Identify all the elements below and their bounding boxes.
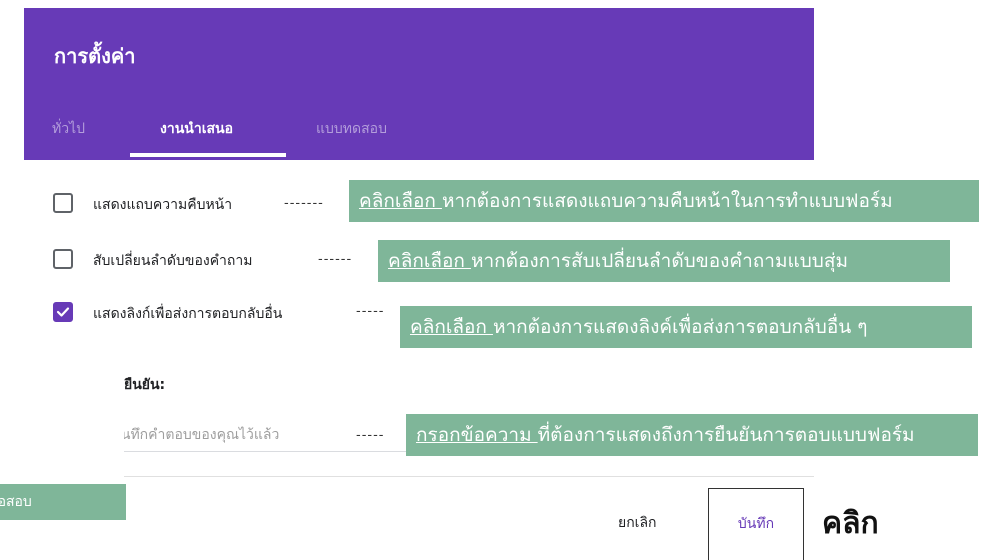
connector-dashes: -------: [284, 196, 324, 211]
callout-link: กรอกข้อความ: [416, 424, 538, 446]
option-label: สับเปลี่ยนลำดับของคำถาม: [93, 253, 253, 269]
option-label: แสดงลิงก์เพื่อส่งการตอบกลับอื่น: [93, 306, 283, 322]
checkmark-icon: [56, 307, 70, 317]
callout-text: หากต้องการแสดงลิงค์เพื่อส่งการตอบกลับอื่…: [492, 316, 868, 338]
settings-title: การตั้งค่า: [54, 44, 136, 68]
callout-link: คลิกเลือก: [388, 250, 471, 272]
settings-header: การตั้งค่า ทั่วไป งานนำเสนอ แบบทดสอบ: [24, 8, 814, 160]
side-tag: ข้อสอบ: [0, 484, 126, 520]
callout-link: คลิกเลือก: [359, 190, 442, 212]
connector-dashes: -----: [356, 428, 385, 443]
save-button[interactable]: บันทึก: [708, 488, 804, 560]
callout-text: หากต้องการแสดงแถบความคืบหน้าในการทำแบบฟอ…: [441, 190, 893, 212]
confirmation-label: ยืนยัน:: [124, 377, 166, 393]
shuffle-questions-checkbox[interactable]: [53, 249, 73, 269]
callout-text: หากต้องการสับเปลี่ยนลำดับของคำถามแบบสุ่ม: [470, 250, 848, 272]
tab-general[interactable]: ทั่วไป: [52, 118, 85, 140]
callout-link: คลิกเลือก: [410, 316, 493, 338]
callout-shuffle-questions: คลิกเลือก หากต้องการสับเปลี่ยนลำดับของคำ…: [378, 240, 950, 282]
connector-dashes: -----: [356, 304, 385, 319]
active-tab-indicator: [130, 153, 286, 157]
confirmation-value: บันทึกคำตอบของคุณไว้แล้ว: [124, 427, 280, 443]
callout-confirmation: กรอกข้อความ ที่ต้องการแสดงถึงการยืนยันกา…: [406, 414, 978, 456]
footer-divider: [124, 476, 814, 477]
tab-presentation[interactable]: งานนำเสนอ: [160, 118, 233, 140]
callout-submit-another: คลิกเลือก หากต้องการแสดงลิงค์เพื่อส่งการ…: [400, 306, 972, 348]
option-label: แสดงแถบความคืบหน้า: [93, 197, 233, 213]
submit-another-checkbox[interactable]: [53, 302, 73, 322]
tab-quizzes[interactable]: แบบทดสอบ: [316, 118, 387, 140]
cancel-button[interactable]: ยกเลิก: [618, 512, 657, 534]
connector-dashes: ------: [318, 252, 353, 267]
click-annotation: คลิก: [822, 506, 879, 541]
progress-bar-checkbox[interactable]: [53, 193, 73, 213]
callout-text: ที่ต้องการแสดงถึงการยืนยันการตอบแบบฟอร์ม: [537, 424, 915, 446]
side-tag-label: ข้อสอบ: [0, 494, 32, 510]
input-underline: [124, 451, 414, 452]
callout-progress-bar: คลิกเลือก หากต้องการแสดงแถบความคืบหน้าใน…: [349, 180, 979, 222]
